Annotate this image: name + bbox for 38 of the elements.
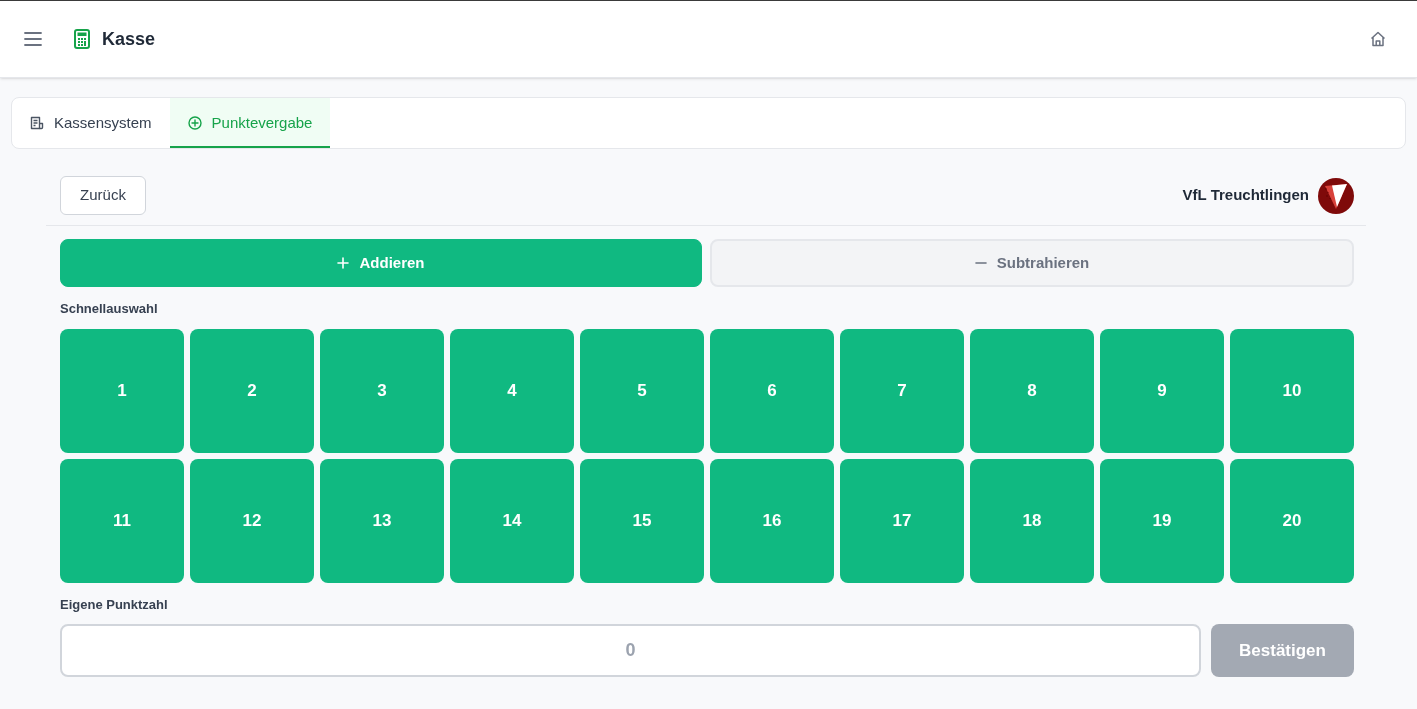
back-button[interactable]: Zurück — [60, 176, 146, 215]
minus-icon — [974, 262, 987, 264]
section-label: Schnellauswahl — [60, 301, 158, 317]
tab[interactable]: Punktevergabe — [169, 98, 331, 148]
points-button[interactable]: 20 — [1230, 459, 1354, 583]
club-name: VfL Treuchtlingen — [1182, 185, 1309, 206]
points-button[interactable]: 9 — [1100, 329, 1224, 453]
points-button[interactable]: 12 — [190, 459, 314, 583]
home-icon[interactable] — [1370, 31, 1386, 47]
plus-circle-icon — [187, 116, 202, 130]
section-label: Eigene Punktzahl — [60, 597, 168, 613]
plus-icon — [337, 257, 350, 269]
points-button[interactable]: 7 — [840, 329, 964, 453]
document-icon — [30, 116, 44, 130]
points-button[interactable]: 6 — [710, 329, 834, 453]
points-input-field[interactable]: 0 — [60, 624, 1201, 677]
add-button[interactable]: Addieren — [60, 239, 702, 287]
subtract-button[interactable]: Subtrahieren — [710, 239, 1354, 287]
calculator-icon — [74, 29, 90, 49]
points-button[interactable]: 8 — [970, 329, 1094, 453]
points-button[interactable]: 5 — [580, 329, 704, 453]
points-button[interactable]: 19 — [1100, 459, 1224, 583]
points-button[interactable]: 16 — [710, 459, 834, 583]
points-button[interactable]: 10 — [1230, 329, 1354, 453]
points-button[interactable]: 1 — [60, 329, 184, 453]
points-button[interactable]: 3 — [320, 329, 444, 453]
app-title: Kasse — [102, 27, 156, 51]
points-button[interactable]: 2 — [190, 329, 314, 453]
shield-emblem-icon — [1318, 177, 1354, 214]
points-button[interactable]: 4 — [450, 329, 574, 453]
tab[interactable]: Kassensystem — [12, 98, 170, 148]
points-button[interactable]: 14 — [450, 459, 574, 583]
points-button[interactable]: 15 — [580, 459, 704, 583]
points-button[interactable]: 11 — [60, 459, 184, 583]
points-button[interactable]: 17 — [840, 459, 964, 583]
menu-icon[interactable] — [24, 32, 42, 46]
points-button[interactable]: 13 — [320, 459, 444, 583]
points-button[interactable]: 18 — [970, 459, 1094, 583]
